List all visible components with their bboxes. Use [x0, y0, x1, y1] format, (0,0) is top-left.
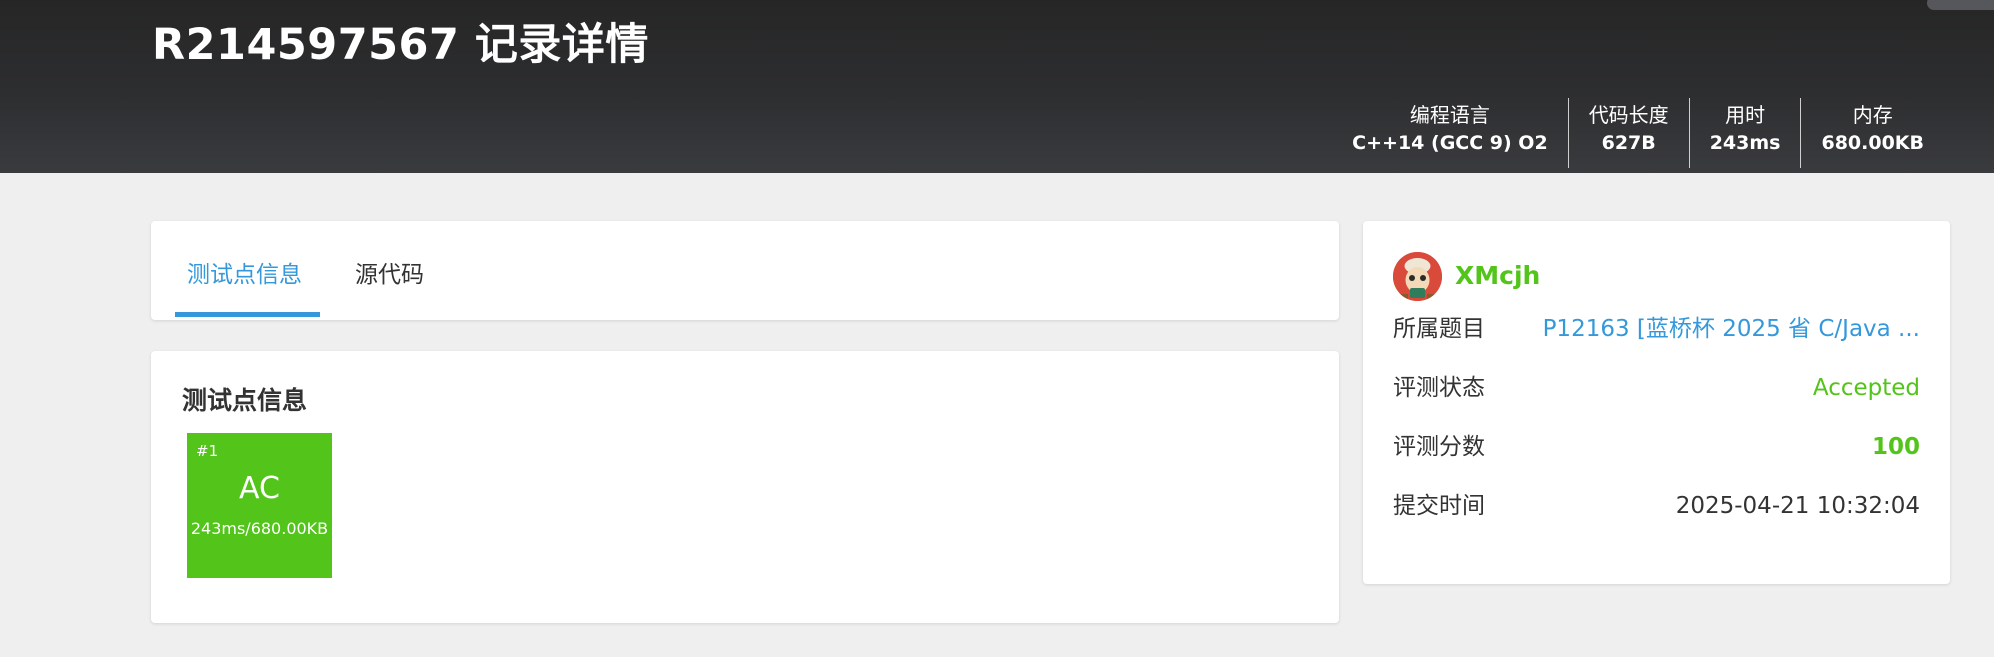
stat-value: C++14 (GCC 9) O2 — [1352, 132, 1548, 154]
stat-value: 627B — [1601, 132, 1656, 154]
row-problem: 所属题目 P12163 [蓝桥杯 2025 省 C/Java ... — [1393, 312, 1920, 346]
submit-time: 2025-04-21 10:32:04 — [1675, 493, 1920, 519]
stat-memory: 内存 680.00KB — [1800, 98, 1944, 168]
stat-language: 编程语言 C++14 (GCC 9) O2 — [1332, 98, 1568, 168]
avatar-image-icon — [1393, 252, 1442, 301]
username-link[interactable]: XMcjh — [1455, 261, 1540, 290]
row-label: 评测状态 — [1393, 375, 1485, 401]
row-submit-time: 提交时间 2025-04-21 10:32:04 — [1393, 489, 1920, 523]
judge-score: 100 — [1871, 434, 1920, 460]
stat-time: 用时 243ms — [1688, 98, 1801, 168]
testcase-number: #1 — [196, 442, 219, 460]
stat-code-length: 代码长度 627B — [1567, 98, 1689, 168]
row-label: 提交时间 — [1393, 493, 1485, 519]
testcase-card: 测试点信息 #1 AC 243ms/680.00KB — [151, 351, 1339, 623]
row-status: 评测状态 Accepted — [1393, 371, 1920, 405]
testcase-detail: 243ms/680.00KB — [190, 519, 329, 538]
section-title: 测试点信息 — [182, 386, 308, 415]
stat-label: 代码长度 — [1588, 103, 1669, 127]
page-title: R214597567 记录详情 — [152, 20, 649, 70]
stat-label: 编程语言 — [1409, 103, 1490, 127]
active-tab-indicator — [175, 312, 320, 317]
row-score: 评测分数 100 — [1393, 430, 1920, 464]
stat-value: 680.00KB — [1821, 132, 1924, 154]
stat-label: 用时 — [1725, 103, 1766, 127]
record-stats: 编程语言 C++14 (GCC 9) O2 代码长度 627B 用时 243ms… — [1332, 98, 1944, 168]
row-label: 所属题目 — [1393, 316, 1485, 342]
stat-value: 243ms — [1709, 132, 1781, 154]
tab-source-code[interactable]: 源代码 — [355, 259, 424, 291]
tab-testcase-info[interactable]: 测试点信息 — [187, 259, 302, 291]
tabs-card: 测试点信息 源代码 — [151, 221, 1339, 320]
user-avatar[interactable] — [1393, 252, 1442, 301]
row-label: 评测分数 — [1393, 434, 1485, 460]
page-header: R214597567 记录详情 编程语言 C++14 (GCC 9) O2 代码… — [0, 0, 1994, 173]
stat-label: 内存 — [1852, 103, 1893, 127]
testcase-status: AC — [239, 471, 280, 506]
corner-button[interactable] — [1927, 0, 1994, 10]
testcase-box[interactable]: #1 AC 243ms/680.00KB — [187, 433, 332, 578]
problem-link[interactable]: P12163 [蓝桥杯 2025 省 C/Java ... — [1543, 312, 1920, 346]
record-sidebar: XMcjh 所属题目 P12163 [蓝桥杯 2025 省 C/Java ...… — [1363, 221, 1950, 584]
judge-status: Accepted — [1812, 375, 1920, 401]
